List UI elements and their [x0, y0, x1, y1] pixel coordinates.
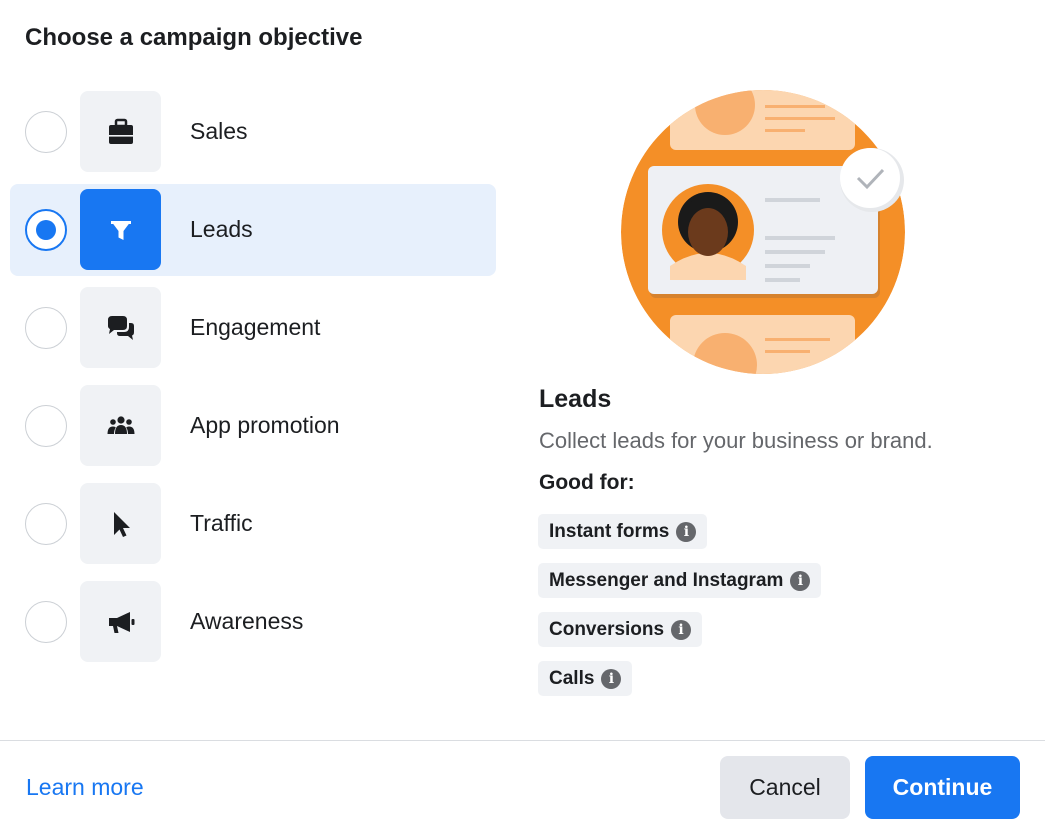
footer-divider	[0, 740, 1045, 741]
objective-label: App promotion	[190, 412, 340, 438]
chat-bubbles-icon	[80, 287, 161, 368]
radio-selected-dot	[36, 220, 56, 240]
detail-title: Leads	[539, 385, 612, 413]
continue-button[interactable]: Continue	[865, 756, 1020, 819]
good-for-label: Good for:	[539, 471, 635, 494]
radio-leads[interactable]	[25, 209, 67, 251]
briefcase-icon	[80, 91, 161, 172]
info-icon[interactable]: i	[601, 668, 622, 689]
leads-illustration	[620, 90, 910, 375]
chip-label: Messenger and Instagram	[549, 569, 784, 591]
chip-calls: Calls i	[538, 661, 633, 696]
chip-label: Instant forms	[549, 520, 670, 542]
objective-label: Traffic	[190, 510, 253, 536]
detail-description: Collect leads for your business or brand…	[539, 428, 933, 453]
chip-messenger-instagram: Messenger and Instagram i	[538, 563, 822, 598]
filter-icon	[80, 189, 161, 270]
objective-list: Sales Leads Engagement App promotion Tra…	[10, 86, 496, 674]
objective-traffic[interactable]: Traffic	[10, 478, 496, 570]
objective-leads[interactable]: Leads	[10, 184, 496, 276]
chip-label: Calls	[549, 667, 595, 689]
radio-app-promotion[interactable]	[25, 405, 67, 447]
objective-label: Leads	[190, 216, 253, 242]
learn-more-link[interactable]: Learn more	[26, 774, 144, 801]
info-icon[interactable]: i	[676, 521, 697, 542]
chip-conversions: Conversions i	[538, 612, 703, 647]
good-for-chips: Instant forms i Messenger and Instagram i …	[538, 514, 822, 710]
cursor-icon	[80, 483, 161, 564]
radio-sales[interactable]	[25, 111, 67, 153]
people-group-icon	[80, 385, 161, 466]
radio-engagement[interactable]	[25, 307, 67, 349]
radio-traffic[interactable]	[25, 503, 67, 545]
chip-instant-forms: Instant forms i	[538, 514, 708, 549]
chip-label: Conversions	[549, 618, 665, 640]
dialog-title: Choose a campaign objective	[25, 24, 363, 51]
objective-app-promotion[interactable]: App promotion	[10, 380, 496, 472]
objective-label: Engagement	[190, 314, 321, 340]
objective-label: Sales	[190, 118, 248, 144]
cancel-button[interactable]: Cancel	[720, 756, 850, 819]
megaphone-icon	[80, 581, 161, 662]
info-icon[interactable]: i	[671, 619, 692, 640]
info-icon[interactable]: i	[790, 570, 811, 591]
objective-sales[interactable]: Sales	[10, 86, 496, 178]
objective-awareness[interactable]: Awareness	[10, 576, 496, 668]
radio-awareness[interactable]	[25, 601, 67, 643]
objective-label: Awareness	[190, 608, 304, 634]
objective-engagement[interactable]: Engagement	[10, 282, 496, 374]
